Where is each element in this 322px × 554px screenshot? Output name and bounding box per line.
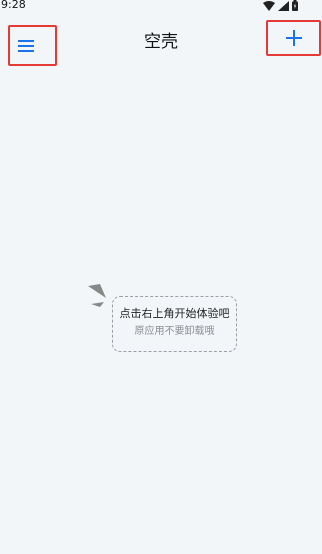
tip-box: 点击右上角开始体验吧 原应用不要卸载哦 xyxy=(112,296,237,352)
status-time: 9:28 xyxy=(1,0,26,11)
battery-icon xyxy=(292,0,298,11)
wifi-icon xyxy=(263,0,275,11)
status-icons xyxy=(263,0,298,11)
pointer-flick-icon xyxy=(88,284,106,307)
signal-icon xyxy=(278,0,289,11)
top-bar: 空壳 xyxy=(0,12,322,68)
add-button[interactable] xyxy=(266,20,321,56)
empty-state: 点击右上角开始体验吧 原应用不要卸载哦 xyxy=(86,284,242,354)
tip-primary-text: 点击右上角开始体验吧 xyxy=(119,307,230,320)
plus-icon xyxy=(285,30,302,46)
tip-secondary-text: 原应用不要卸载哦 xyxy=(134,326,215,337)
status-bar: 9:28 xyxy=(0,0,322,12)
